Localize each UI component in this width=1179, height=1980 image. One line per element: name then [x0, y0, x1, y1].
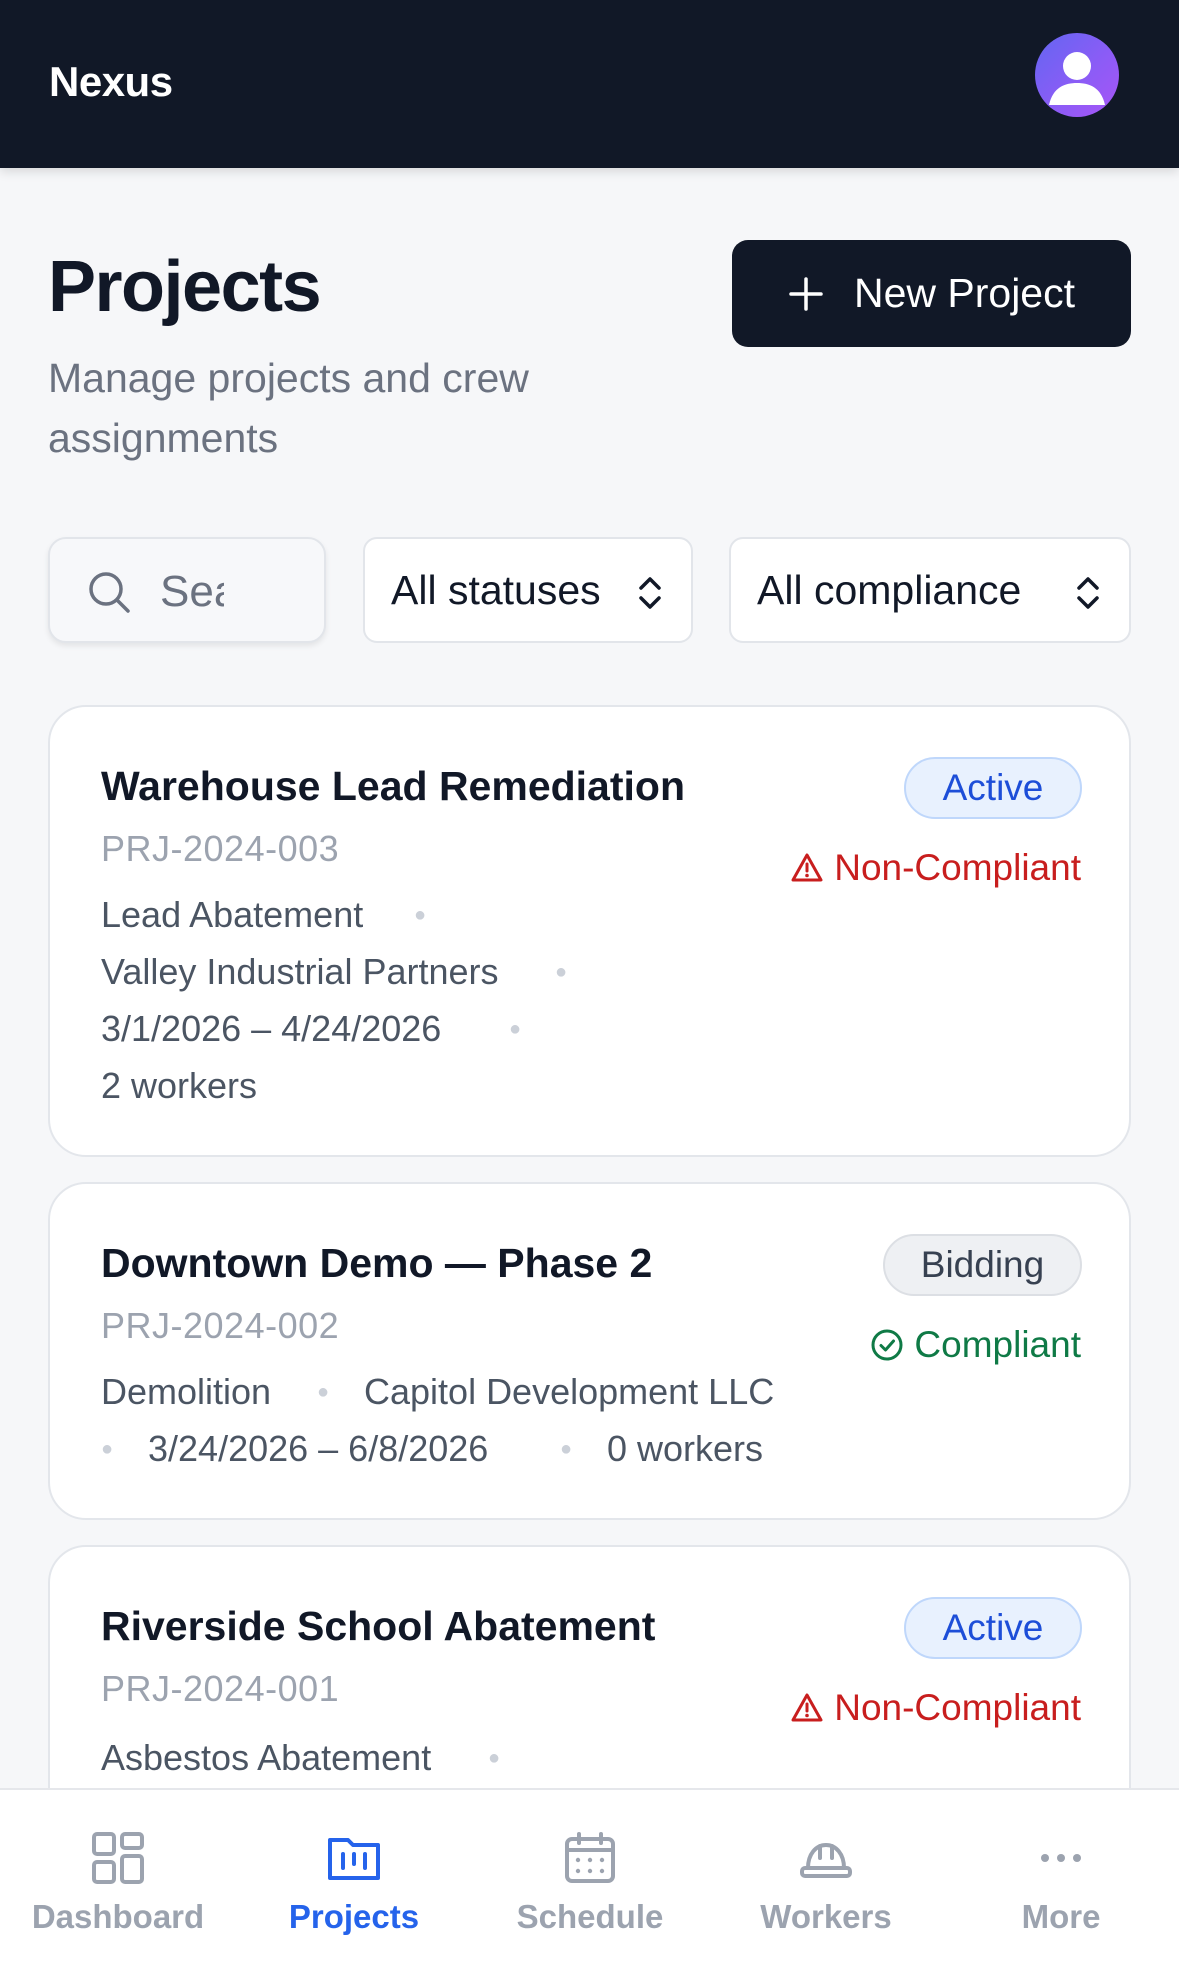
- user-icon: [1049, 52, 1105, 105]
- project-type: Asbestos Abatement: [101, 1737, 432, 1778]
- project-code: PRJ-2024-002: [101, 1305, 340, 1346]
- status-filter-select[interactable]: All statuses: [363, 537, 693, 643]
- app-title: Nexus: [49, 58, 173, 105]
- project-code: PRJ-2024-001: [101, 1668, 340, 1709]
- meta-separator: ●: [509, 1018, 522, 1040]
- new-project-button[interactable]: New Project: [732, 240, 1131, 347]
- check-circle-icon: [871, 1329, 903, 1361]
- nav-schedule[interactable]: Schedule: [472, 1790, 708, 1950]
- nav-more-label: More: [1021, 1898, 1101, 1935]
- new-project-label: New Project: [853, 270, 1075, 316]
- page-title: Projects: [48, 247, 322, 327]
- compliance-label: Compliant: [914, 1324, 1081, 1365]
- page-subtitle: Manage projects and crew assignments: [48, 355, 529, 461]
- project-client: Valley Industrial Partners: [101, 951, 499, 992]
- project-type: Demolition: [101, 1371, 272, 1412]
- plus-icon: [789, 276, 823, 311]
- project-card[interactable]: Warehouse Lead Remediation PRJ-2024-003 …: [48, 705, 1131, 1157]
- bottom-nav: Dashboard Projects Schedule Workers More: [0, 1788, 1179, 1980]
- project-client: Capitol Development LLC: [364, 1371, 775, 1412]
- project-name: Downtown Demo — Phase 2: [101, 1240, 653, 1286]
- meta-separator: ●: [560, 1438, 573, 1460]
- user-avatar[interactable]: [1035, 33, 1119, 117]
- compliance-label: Non-Compliant: [834, 847, 1081, 888]
- project-name: Warehouse Lead Remediation: [101, 763, 685, 809]
- compliance-label: Non-Compliant: [834, 1687, 1081, 1728]
- compliance-filter-value: All compliance: [757, 566, 1022, 613]
- project-workers: 2 workers: [101, 1065, 258, 1106]
- more-dots-icon: [1041, 1854, 1081, 1862]
- meta-separator: ●: [101, 1438, 114, 1460]
- nav-dashboard[interactable]: Dashboard: [0, 1790, 236, 1950]
- nav-more[interactable]: More: [943, 1790, 1179, 1950]
- project-type: Lead Abatement: [101, 894, 364, 935]
- nav-workers[interactable]: Workers: [708, 1790, 944, 1950]
- compliance-filter-select[interactable]: All compliance: [729, 537, 1131, 643]
- status-badge: Active: [904, 757, 1082, 819]
- chevron-up-down-icon: [639, 577, 661, 609]
- folder-icon: [328, 1838, 380, 1880]
- project-dates: 3/1/2026 – 4/24/2026: [101, 1008, 442, 1049]
- nav-projects-label: Projects: [288, 1898, 420, 1935]
- nav-projects[interactable]: Projects: [236, 1790, 472, 1950]
- calendar-icon: [565, 1832, 615, 1883]
- hard-hat-icon: [800, 1842, 852, 1878]
- project-workers: 0 workers: [607, 1428, 764, 1469]
- compliance-indicator: Compliant: [870, 1324, 1081, 1366]
- warning-triangle-icon: [791, 1693, 823, 1722]
- compliance-indicator: Non-Compliant: [790, 1687, 1081, 1729]
- project-card[interactable]: Downtown Demo — Phase 2 PRJ-2024-002 Dem…: [48, 1182, 1131, 1520]
- status-badge: Active: [904, 1597, 1082, 1659]
- meta-separator: ●: [317, 1381, 330, 1403]
- meta-separator: ●: [488, 1747, 501, 1769]
- search-input[interactable]: [160, 561, 224, 623]
- chevron-up-down-icon: [1077, 577, 1099, 609]
- search-icon: [89, 572, 130, 613]
- top-bar: Nexus: [0, 0, 1179, 168]
- nav-dashboard-label: Dashboard: [31, 1898, 205, 1935]
- warning-triangle-icon: [791, 853, 823, 882]
- status-badge: Bidding: [883, 1234, 1082, 1296]
- meta-separator: ●: [555, 961, 568, 983]
- search-field[interactable]: [48, 537, 326, 643]
- grid-icon: [92, 1832, 144, 1884]
- status-filter-value: All statuses: [391, 566, 601, 613]
- nav-schedule-label: Schedule: [516, 1898, 664, 1935]
- compliance-indicator: Non-Compliant: [790, 847, 1081, 889]
- project-dates: 3/24/2026 – 6/8/2026: [148, 1428, 489, 1469]
- meta-separator: ●: [414, 904, 427, 926]
- project-code: PRJ-2024-003: [101, 828, 340, 869]
- nav-workers-label: Workers: [760, 1898, 892, 1935]
- project-name: Riverside School Abatement: [101, 1603, 656, 1649]
